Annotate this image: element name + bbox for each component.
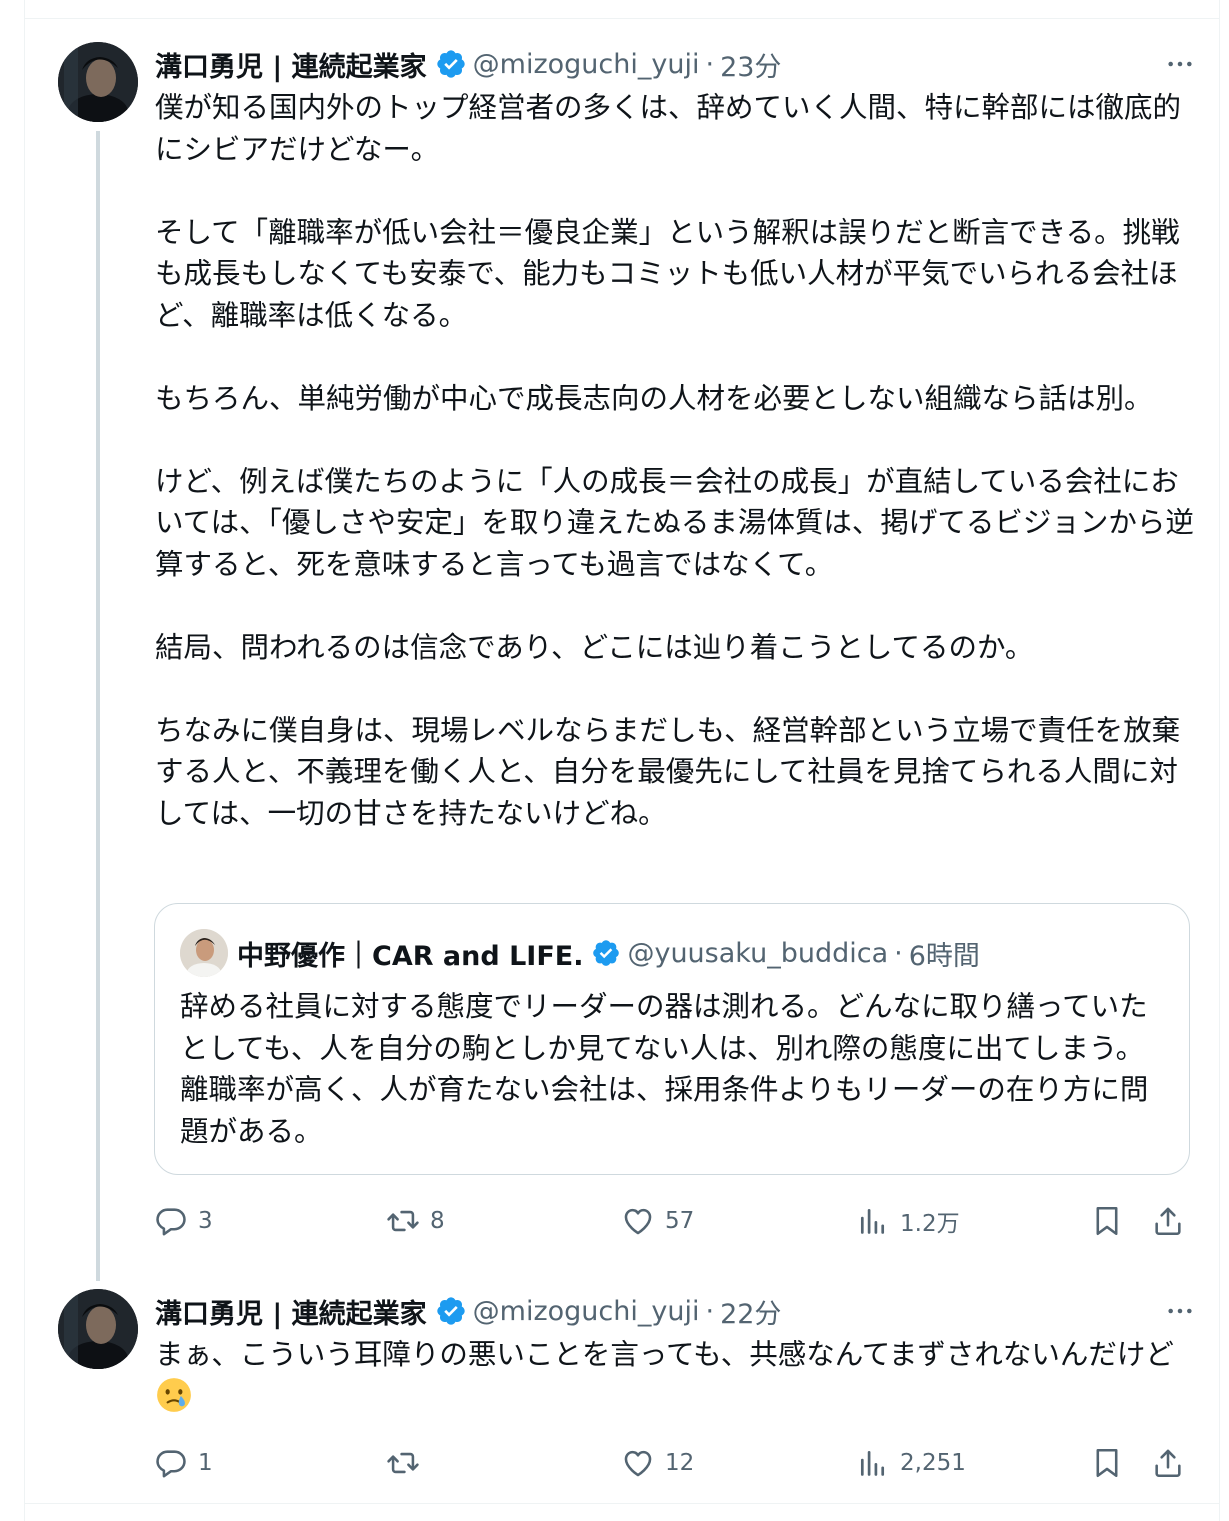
thread-line: [96, 131, 100, 1281]
more-icon[interactable]: [1162, 1293, 1198, 1329]
views-icon: [860, 1208, 885, 1234]
repost-button[interactable]: [386, 1441, 430, 1485]
repost-icon: [387, 1210, 419, 1232]
author-name[interactable]: 溝口勇児 | 連続起業家: [155, 45, 427, 84]
timestamp[interactable]: 23分: [720, 45, 781, 84]
avatar[interactable]: [58, 42, 138, 122]
like-button[interactable]: 57: [621, 1199, 694, 1243]
action-bar: 3 8 57 1.2万: [154, 1199, 1194, 1243]
quote-header: 中野優作｜CAR and LIFE. @yuusaku_buddica · 6時…: [237, 933, 980, 973]
tweet-text-container: まぁ、こういう耳障りの悪いことを言っても、共感なんてまずされないんだけど: [155, 1334, 1195, 1417]
reply-button[interactable]: 3: [154, 1199, 213, 1243]
reply-icon: [156, 1208, 186, 1236]
repost-icon: [387, 1452, 419, 1474]
separator-dot: ·: [705, 1295, 715, 1327]
share-icon: [1155, 1449, 1181, 1478]
like-count: 12: [665, 1450, 695, 1476]
quote-text: 辞める社員に対する態度でリーダーの器は測れる。どんなに取り繕っていたとしても、人…: [180, 990, 1149, 1148]
tweet[interactable]: 溝口勇児 | 連続起業家 @mizoguchi_yuji · 22分 まぁ、こう…: [24, 1281, 1220, 1503]
views-icon: [860, 1450, 885, 1476]
share-button[interactable]: [1151, 1441, 1185, 1485]
tweet-header: 溝口勇児 | 連続起業家 @mizoguchi_yuji · 23分: [155, 44, 781, 84]
action-bar: 1 12 2,251: [154, 1441, 1194, 1485]
tweet-text: まぁ、こういう耳障りの悪いことを言っても、共感なんてまずされないんだけど: [155, 1338, 1174, 1371]
repost-button[interactable]: 8: [386, 1199, 445, 1243]
divider: [24, 1503, 1220, 1504]
separator-dot: ·: [894, 937, 903, 969]
author-handle[interactable]: @mizoguchi_yuji: [473, 1296, 700, 1327]
repost-count: 8: [430, 1208, 445, 1234]
bookmark-button[interactable]: [1090, 1199, 1124, 1243]
verified-icon: [437, 1297, 465, 1325]
tweet[interactable]: 溝口勇児 | 連続起業家 @mizoguchi_yuji · 23分 僕が知る国…: [24, 19, 1220, 1281]
reply-count: 3: [198, 1208, 213, 1234]
share-button[interactable]: [1151, 1199, 1185, 1243]
separator-dot: ·: [705, 48, 715, 80]
reply-button[interactable]: 1: [154, 1441, 213, 1485]
bookmark-icon: [1096, 1206, 1118, 1236]
verified-icon: [437, 50, 465, 78]
more-icon[interactable]: [1162, 46, 1198, 82]
timestamp[interactable]: 22分: [720, 1292, 781, 1331]
like-icon: [624, 1450, 652, 1477]
share-icon: [1155, 1207, 1181, 1236]
bookmark-button[interactable]: [1090, 1441, 1124, 1485]
bookmark-icon: [1096, 1448, 1118, 1478]
quote-avatar[interactable]: [180, 929, 228, 977]
views-count: 2,251: [900, 1450, 966, 1476]
verified-icon: [593, 940, 620, 966]
views-button[interactable]: 1.2万: [856, 1199, 960, 1243]
reply-count: 1: [198, 1450, 213, 1476]
like-button[interactable]: 12: [621, 1441, 694, 1485]
tweet-header: 溝口勇児 | 連続起業家 @mizoguchi_yuji · 22分: [155, 1291, 781, 1331]
tweet-text: 僕が知る国内外のトップ経営者の多くは、辞めていく人間、特に幹部には徹底的にシビア…: [155, 91, 1194, 830]
quote-author-name[interactable]: 中野優作｜CAR and LIFE.: [237, 934, 583, 973]
crying-face-emoji: [157, 1377, 191, 1412]
avatar[interactable]: [58, 1289, 138, 1369]
views-button[interactable]: 2,251: [856, 1441, 966, 1485]
quote-author-handle[interactable]: @yuusaku_buddica: [627, 938, 888, 969]
quote-timestamp[interactable]: 6時間: [909, 934, 980, 973]
like-icon: [624, 1208, 652, 1235]
author-handle[interactable]: @mizoguchi_yuji: [473, 49, 700, 80]
reply-icon: [156, 1450, 186, 1478]
quote-tweet[interactable]: 中野優作｜CAR and LIFE. @yuusaku_buddica · 6時…: [154, 903, 1190, 1175]
author-name[interactable]: 溝口勇児 | 連続起業家: [155, 1292, 427, 1331]
views-count: 1.2万: [900, 1211, 960, 1237]
like-count: 57: [665, 1208, 695, 1234]
